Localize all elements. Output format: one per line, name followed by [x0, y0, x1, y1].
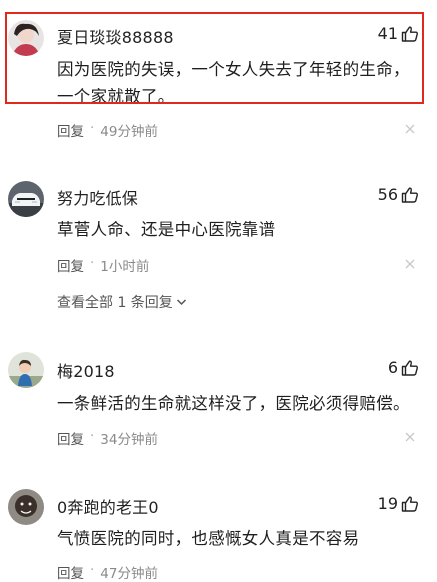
separator-dot: · [90, 120, 95, 136]
avatar[interactable] [8, 181, 44, 217]
comment-meta: 回复 · 1小时前 [57, 255, 149, 275]
highlight-box [5, 12, 424, 104]
avatar[interactable] [8, 352, 44, 388]
timestamp: 49分钟前 [100, 124, 158, 140]
separator-dot: · [90, 428, 95, 444]
username[interactable]: 0奔跑的老王0 [57, 494, 159, 518]
comment-meta: 回复 · 47分钟前 [57, 562, 158, 582]
comment-meta: 回复 · 49分钟前 [57, 120, 158, 140]
timestamp: 47分钟前 [100, 566, 158, 582]
close-icon[interactable] [405, 432, 415, 442]
reply-button[interactable]: 回复 [57, 120, 84, 140]
comment-meta: 回复 · 34分钟前 [57, 428, 158, 448]
reply-button[interactable]: 回复 [57, 428, 84, 448]
username[interactable]: 努力吃低保 [57, 185, 138, 209]
thumbs-up-icon [401, 359, 419, 377]
comment-text: 气愤医院的同时，也感慨女人真是不容易 [57, 529, 360, 548]
comment-text: 一条鲜活的生命就这样没了，医院必须得赔偿。 [57, 394, 410, 413]
separator-dot: · [90, 562, 95, 578]
like-count: 56 [377, 185, 398, 204]
close-icon[interactable] [405, 124, 415, 134]
timestamp: 34分钟前 [100, 432, 158, 448]
close-icon[interactable] [405, 259, 415, 269]
reply-button[interactable]: 回复 [57, 562, 84, 582]
like-button[interactable]: 6 [388, 358, 419, 377]
view-all-replies-label: 查看全部 1 条回复 [57, 295, 173, 311]
thumbs-up-icon [401, 186, 419, 204]
username[interactable]: 梅2018 [57, 358, 115, 382]
comment-text: 草菅人命、还是中心医院靠谱 [57, 220, 276, 239]
like-count: 19 [377, 494, 398, 513]
like-button[interactable]: 19 [378, 494, 419, 513]
chevron-down-icon [176, 294, 187, 310]
like-count: 6 [387, 358, 398, 377]
avatar[interactable] [8, 489, 44, 525]
like-button[interactable]: 56 [378, 185, 419, 204]
separator-dot: · [90, 255, 95, 271]
view-all-replies-link[interactable]: 查看全部 1 条回复 [57, 292, 187, 312]
thumbs-up-icon [401, 495, 419, 513]
reply-button[interactable]: 回复 [57, 255, 84, 275]
timestamp: 1小时前 [100, 259, 150, 275]
